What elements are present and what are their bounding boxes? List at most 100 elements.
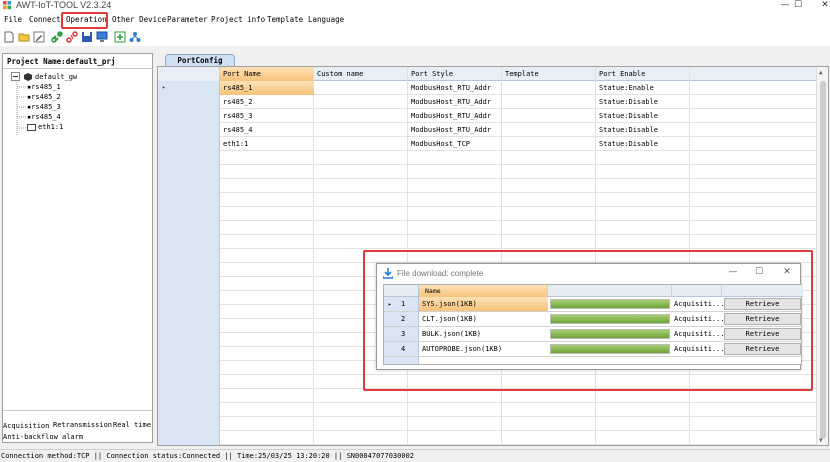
table-cell[interactable] xyxy=(315,109,407,123)
menu-project-info[interactable]: Project info xyxy=(211,15,265,25)
table-cell[interactable] xyxy=(315,95,407,109)
row-index: 4 xyxy=(401,345,406,353)
grid-line xyxy=(220,430,828,431)
menu-language[interactable]: Language xyxy=(308,15,344,25)
grid-line xyxy=(220,416,828,417)
table-cell[interactable]: ModbusHost_RTU_Addr xyxy=(409,123,501,137)
table-cell[interactable]: eth1:1 xyxy=(221,137,313,151)
disconnect-link-icon[interactable] xyxy=(66,31,78,43)
retrieve-button[interactable]: Retrieve xyxy=(724,328,801,340)
row-index: 1 xyxy=(401,300,406,308)
maximize-button[interactable]: ☐ xyxy=(783,0,813,12)
progress-fill xyxy=(551,330,669,338)
table-cell[interactable]: ModbusHost_RTU_Addr xyxy=(409,109,501,123)
grid-line xyxy=(220,192,828,193)
edit-icon[interactable] xyxy=(33,31,45,43)
col-header-name[interactable]: Name xyxy=(419,285,548,297)
table-cell[interactable] xyxy=(503,95,595,109)
table-cell[interactable] xyxy=(315,137,407,151)
tab-port-config[interactable]: PortConfig xyxy=(165,54,235,66)
open-folder-icon[interactable] xyxy=(18,31,30,43)
row-index: 3 xyxy=(401,330,406,338)
tree-item-rs485-1[interactable]: ▪rs485_1 xyxy=(27,83,61,92)
title-bar: AWT-IoT-TOOL V2.3.24 — ☐ ✕ xyxy=(0,0,830,12)
dialog-close-button[interactable]: ✕ xyxy=(777,266,797,279)
download-status: Acquisiti... xyxy=(674,345,725,353)
export-icon[interactable] xyxy=(114,31,126,43)
tree-item-eth1[interactable]: eth1:1 xyxy=(38,123,63,132)
table-cell[interactable] xyxy=(503,81,595,95)
table-cell[interactable]: Statue:Disable xyxy=(597,123,689,137)
table-cell[interactable] xyxy=(503,123,595,137)
menu-parameter[interactable]: Parameter xyxy=(167,15,208,25)
grid-line xyxy=(220,164,828,165)
panel-bottom-border xyxy=(3,410,152,411)
vertical-scrollbar[interactable]: ▲ ▼ xyxy=(816,67,828,445)
tab-anti-backflow-alarm[interactable]: Anti-backflow alarm xyxy=(3,433,83,442)
grid-line xyxy=(220,234,828,235)
row-pointer-icon: ▸ xyxy=(162,84,166,91)
download-progress-bar xyxy=(550,344,670,354)
operation-highlight-box xyxy=(61,12,108,29)
grid-line xyxy=(220,178,828,179)
col-header-port-name[interactable]: Port Name xyxy=(220,67,314,81)
table-cell[interactable]: rs485_2 xyxy=(221,95,313,109)
connect-link-icon[interactable] xyxy=(51,31,63,43)
monitor-icon[interactable] xyxy=(96,31,108,43)
save-icon[interactable] xyxy=(81,31,93,43)
table-cell[interactable]: Statue:Disable xyxy=(597,95,689,109)
tab-acquisition[interactable]: Acquisition xyxy=(3,422,49,431)
tree-item-rs485-3[interactable]: ▪rs485_3 xyxy=(27,103,61,112)
col-header-port-style[interactable]: Port Style xyxy=(408,67,502,81)
close-button[interactable]: ✕ xyxy=(810,0,830,12)
download-grid-header: Name xyxy=(384,285,803,297)
progress-fill xyxy=(551,345,669,353)
retrieve-button[interactable]: Retrieve xyxy=(724,313,801,325)
scrollbar-thumb[interactable] xyxy=(820,81,826,439)
menu-template[interactable]: Template xyxy=(267,15,303,25)
menu-bar: File Connect Operation Other Device Para… xyxy=(0,12,830,29)
table-cell[interactable]: Statue:Disable xyxy=(597,109,689,123)
collapse-icon[interactable] xyxy=(11,72,21,82)
menu-other-device[interactable]: Other Device xyxy=(112,15,166,25)
network-icon[interactable] xyxy=(129,31,141,43)
dialog-maximize-button[interactable]: ☐ xyxy=(749,266,769,279)
menu-file[interactable]: File xyxy=(4,15,22,25)
retrieve-button[interactable]: Retrieve xyxy=(724,298,801,310)
scroll-down-icon[interactable]: ▼ xyxy=(819,437,823,444)
col-header-template[interactable]: Template xyxy=(502,67,596,81)
download-row: 2 CLT.json(1KB) Acquisiti... Retrieve xyxy=(384,312,803,327)
table-cell[interactable]: rs485_1 xyxy=(221,81,313,95)
table-cell[interactable]: Statue:Enable xyxy=(597,81,689,95)
scroll-up-icon[interactable]: ▲ xyxy=(819,69,823,76)
dialog-minimize-button[interactable]: — xyxy=(723,266,743,279)
download-row: 3 BULK.json(1KB) Acquisiti... Retrieve xyxy=(384,327,803,342)
col-header-port-enable[interactable]: Port Enable xyxy=(596,67,690,81)
tree-root-gateway[interactable]: default_gw xyxy=(35,73,77,82)
col-header-custom-name[interactable]: Custom name xyxy=(314,67,408,81)
file-name: BULK.json(1KB) xyxy=(422,330,482,338)
retrieve-button[interactable]: Retrieve xyxy=(724,343,801,355)
tree-item-rs485-2[interactable]: ▪rs485_2 xyxy=(27,93,61,102)
table-cell[interactable]: rs485_3 xyxy=(221,109,313,123)
file-name: AUTOPROBE.json(1KB) xyxy=(422,345,503,353)
table-cell[interactable]: Statue:Disable xyxy=(597,137,689,151)
tree-item-rs485-4[interactable]: ▪rs485_4 xyxy=(27,113,61,122)
table-cell[interactable] xyxy=(315,81,407,95)
table-cell[interactable]: rs485_4 xyxy=(221,123,313,137)
status-text: Connection method:TCP || Connection stat… xyxy=(1,452,415,460)
new-file-icon[interactable] xyxy=(3,31,15,43)
tab-retransmission[interactable]: Retransmission xyxy=(53,421,112,430)
col-header-progress xyxy=(548,285,672,297)
col-header-status xyxy=(672,285,722,297)
table-cell[interactable] xyxy=(503,109,595,123)
row-pointer-icon: ▸ xyxy=(388,301,392,308)
table-cell[interactable]: ModbusHost_TCP xyxy=(409,137,501,151)
table-cell[interactable] xyxy=(503,137,595,151)
table-cell[interactable] xyxy=(315,123,407,137)
menu-connect[interactable]: Connect xyxy=(29,15,61,25)
table-cell[interactable]: ModbusHost_RTU_Addr xyxy=(409,81,501,95)
table-cell[interactable]: ModbusHost_RTU_Addr xyxy=(409,95,501,109)
ethernet-icon xyxy=(27,124,36,131)
tab-real-time[interactable]: Real time xyxy=(113,421,151,430)
